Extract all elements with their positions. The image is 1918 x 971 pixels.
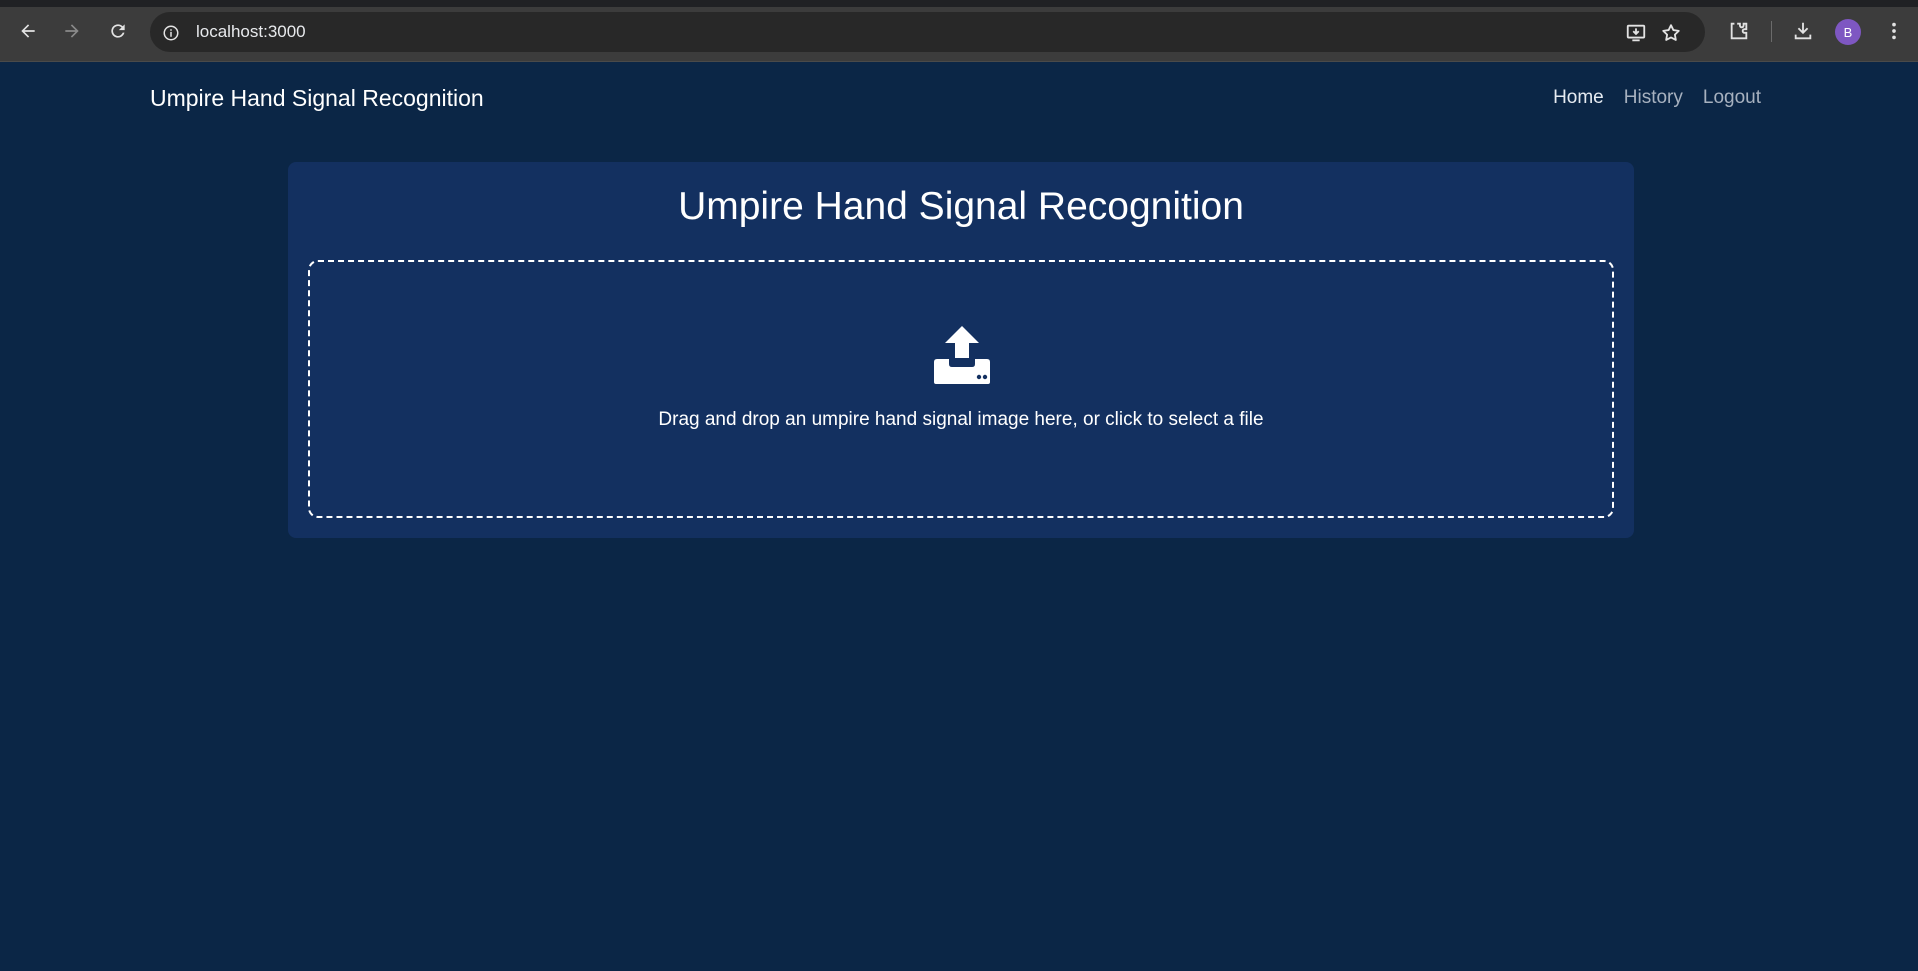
downloads-icon[interactable] (1790, 18, 1816, 44)
toolbar-separator (1771, 21, 1772, 42)
site-info-icon[interactable] (160, 22, 182, 44)
back-button[interactable] (14, 17, 42, 45)
reload-icon (111, 24, 125, 38)
nav-link-history[interactable]: History (1624, 86, 1683, 110)
address-bar[interactable]: localhost:3000 (150, 12, 1705, 52)
forward-button[interactable] (58, 17, 86, 45)
arrow-left-icon (21, 24, 35, 38)
dropzone-instructions: Drag and drop an umpire hand signal imag… (658, 409, 1264, 430)
extensions-icon[interactable] (1726, 18, 1752, 44)
install-app-icon[interactable] (1624, 21, 1648, 45)
browser-toolbar: localhost:3000 B (0, 0, 1918, 62)
navbar-links: Home History Logout (1553, 86, 1761, 110)
navbar-brand[interactable]: Umpire Hand Signal Recognition (150, 84, 484, 112)
arrow-right-icon (65, 24, 79, 38)
bookmark-star-icon[interactable] (1659, 21, 1683, 45)
url-text[interactable]: localhost:3000 (196, 22, 306, 42)
nav-link-logout[interactable]: Logout (1703, 86, 1761, 110)
file-dropzone[interactable]: Drag and drop an umpire hand signal imag… (308, 260, 1614, 518)
page-body: Umpire Hand Signal Recognition Home Hist… (0, 62, 1918, 971)
more-menu-icon[interactable] (1881, 18, 1907, 44)
tab-strip (0, 0, 1918, 7)
reload-button[interactable] (104, 17, 132, 45)
profile-avatar[interactable]: B (1835, 19, 1861, 45)
upload-icon (934, 326, 990, 384)
nav-link-home[interactable]: Home (1553, 86, 1604, 110)
page-title: Umpire Hand Signal Recognition (678, 185, 1244, 228)
upload-card: Umpire Hand Signal Recognition Drag and … (288, 162, 1634, 538)
